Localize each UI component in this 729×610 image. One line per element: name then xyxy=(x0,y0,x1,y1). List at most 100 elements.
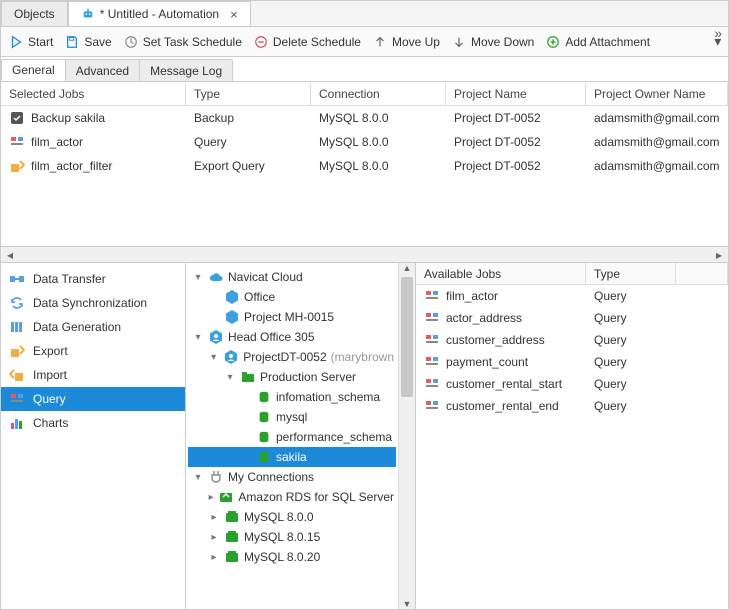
plus-circle-icon xyxy=(546,35,560,49)
tree-node[interactable]: ▸ MySQL 8.0.0 xyxy=(188,507,396,527)
job-type: Backup xyxy=(186,108,311,128)
list-item[interactable]: customer_rental_startQuery xyxy=(416,373,728,395)
tab-message-log[interactable]: Message Log xyxy=(139,59,233,81)
list-item[interactable]: payment_countQuery xyxy=(416,351,728,373)
move-up-button[interactable]: Move Up xyxy=(373,35,440,49)
tree-node[interactable]: ▾ Production Server xyxy=(188,367,396,387)
category-label: Data Synchronization xyxy=(33,296,147,310)
tree-node[interactable]: Office xyxy=(188,287,396,307)
job-connection: MySQL 8.0.0 xyxy=(311,156,446,176)
job-type-icon xyxy=(9,110,25,126)
close-icon[interactable]: × xyxy=(230,7,238,22)
expand-icon[interactable]: ▸ xyxy=(208,492,214,503)
list-item[interactable]: actor_addressQuery xyxy=(416,307,728,329)
tab-objects[interactable]: Objects xyxy=(1,1,68,26)
category-label: Charts xyxy=(33,416,68,430)
available-job-label: customer_rental_end xyxy=(446,399,559,413)
job-label: Backup sakila xyxy=(31,111,105,125)
tab-advanced-label: Advanced xyxy=(76,64,129,78)
scroll-left-icon[interactable]: ◂ xyxy=(3,248,17,262)
col-project-owner[interactable]: Project Owner Name xyxy=(586,83,728,105)
category-data-generation[interactable]: Data Generation xyxy=(1,315,185,339)
col-type[interactable]: Type xyxy=(186,83,311,105)
expand-icon[interactable]: ▸ xyxy=(208,532,220,543)
tree-node[interactable]: infomation_schema xyxy=(188,387,396,407)
vertical-scrollbar[interactable] xyxy=(398,263,415,609)
available-job-type: Query xyxy=(586,309,676,327)
expand-icon[interactable]: ▾ xyxy=(192,332,204,343)
list-item[interactable]: customer_addressQuery xyxy=(416,329,728,351)
database-icon xyxy=(256,429,272,445)
tree-node[interactable]: ▸ MySQL 8.0.20 xyxy=(188,547,396,567)
start-label: Start xyxy=(28,35,53,49)
table-row[interactable]: film_actor_filterExport QueryMySQL 8.0.0… xyxy=(1,154,728,178)
expand-icon[interactable]: ▾ xyxy=(192,472,204,483)
category-export[interactable]: Export xyxy=(1,339,185,363)
table-row[interactable]: Backup sakilaBackupMySQL 8.0.0Project DT… xyxy=(1,106,728,130)
job-project: Project DT-0052 xyxy=(446,156,586,176)
category-data-transfer[interactable]: Data Transfer xyxy=(1,267,185,291)
server-icon xyxy=(218,489,234,505)
list-item[interactable]: customer_rental_endQuery xyxy=(416,395,728,417)
col-project-name[interactable]: Project Name xyxy=(446,83,586,105)
col-available-type[interactable]: Type xyxy=(586,263,676,284)
expand-icon[interactable]: ▸ xyxy=(208,512,220,523)
tree-label: MySQL 8.0.20 xyxy=(244,550,320,564)
server-icon xyxy=(224,549,240,565)
move-down-button[interactable]: Move Down xyxy=(452,35,534,49)
category-import[interactable]: Import xyxy=(1,363,185,387)
expand-icon[interactable]: ▾ xyxy=(224,372,236,383)
query-icon xyxy=(424,288,440,304)
folder-icon xyxy=(240,369,256,385)
expand-icon[interactable]: ▾ xyxy=(192,272,204,283)
tab-automation[interactable]: * Untitled - Automation × xyxy=(68,1,251,26)
available-jobs-panel: Available Jobs Type film_actorQueryactor… xyxy=(416,263,728,609)
tree-label: Amazon RDS for SQL Server xyxy=(238,490,394,504)
job-owner: adamsmith@gmail.com xyxy=(586,108,728,128)
import-icon xyxy=(9,367,25,383)
col-connection[interactable]: Connection xyxy=(311,83,446,105)
tree-node[interactable]: performance_schema xyxy=(188,427,396,447)
add-attachment-button[interactable]: Add Attachment xyxy=(546,35,650,49)
team-icon xyxy=(223,349,239,365)
expand-icon[interactable]: ▸ xyxy=(208,552,220,563)
query-icon xyxy=(424,398,440,414)
tree-node[interactable]: Project MH-0015 xyxy=(188,307,396,327)
tab-general[interactable]: General xyxy=(1,59,66,81)
set-schedule-label: Set Task Schedule xyxy=(143,35,242,49)
team-icon xyxy=(208,329,224,345)
tree-label: Production Server xyxy=(260,370,356,384)
tree-node[interactable]: ▾Head Office 305 xyxy=(188,327,396,347)
set-schedule-button[interactable]: Set Task Schedule xyxy=(124,35,242,49)
tree-node[interactable]: ▾ProjectDT-0052 (marybrown xyxy=(188,347,396,367)
play-icon xyxy=(9,35,23,49)
tree-node[interactable]: sakila xyxy=(188,447,396,467)
tree-node[interactable]: ▾Navicat Cloud xyxy=(188,267,396,287)
tree-label: mysql xyxy=(276,410,307,424)
category-query[interactable]: Query xyxy=(1,387,185,411)
start-button[interactable]: Start xyxy=(9,35,53,49)
list-item[interactable]: film_actorQuery xyxy=(416,285,728,307)
tree-node[interactable]: mysql xyxy=(188,407,396,427)
category-charts[interactable]: Charts xyxy=(1,411,185,435)
col-available-jobs[interactable]: Available Jobs xyxy=(416,263,586,284)
tree-node[interactable]: ▾My Connections xyxy=(188,467,396,487)
expand-icon[interactable]: ▾ xyxy=(208,352,219,363)
tree-label: MySQL 8.0.0 xyxy=(244,510,314,524)
horizontal-scrollbar[interactable]: ◂ ▸ xyxy=(1,246,728,263)
scroll-right-icon[interactable]: ▸ xyxy=(712,248,726,262)
table-row[interactable]: film_actorQueryMySQL 8.0.0Project DT-005… xyxy=(1,130,728,154)
job-connection: MySQL 8.0.0 xyxy=(311,108,446,128)
category-data-synchronization[interactable]: Data Synchronization xyxy=(1,291,185,315)
delete-schedule-button[interactable]: Delete Schedule xyxy=(254,35,361,49)
tab-general-label: General xyxy=(12,63,55,77)
job-connection: MySQL 8.0.0 xyxy=(311,132,446,152)
tree-node[interactable]: ▸MySQL 8.0.15 xyxy=(188,527,396,547)
col-selected-jobs[interactable]: Selected Jobs xyxy=(1,83,186,105)
tree-node[interactable]: ▸ Amazon RDS for SQL Server xyxy=(188,487,396,507)
save-button[interactable]: Save xyxy=(65,35,111,49)
job-project: Project DT-0052 xyxy=(446,132,586,152)
tab-advanced[interactable]: Advanced xyxy=(65,59,140,81)
available-job-label: payment_count xyxy=(446,355,528,369)
toolbar-overflow-icon[interactable]: »▾ xyxy=(714,29,722,45)
